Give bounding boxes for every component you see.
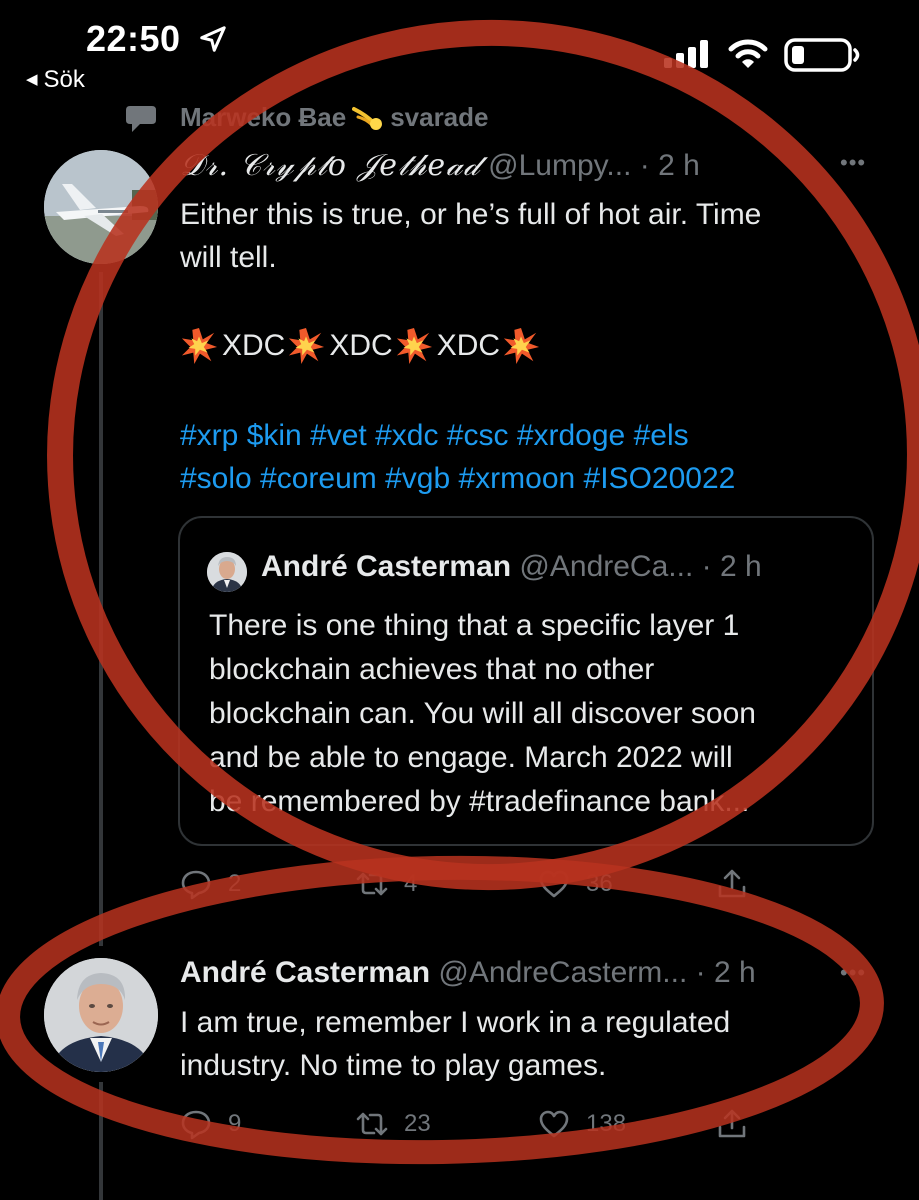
- tweet1-hashtags-line2[interactable]: #solo #coreum #vgb #xrmoon #ISO20022: [180, 457, 735, 500]
- back-triangle-icon: ◀: [26, 71, 38, 88]
- tweet2-text-line1: I am true, remember I work in a regulate…: [180, 1006, 731, 1039]
- tweet1-share-button[interactable]: [716, 868, 764, 900]
- tweet2-like-button[interactable]: 138: [538, 1108, 626, 1140]
- heart-icon: [539, 870, 569, 898]
- tweet1-time[interactable]: · 2 h: [640, 149, 700, 182]
- quote-header: André Casterman @AndreCa... · 2 h: [261, 550, 762, 584]
- quote-text-line: There is one thing that a specific layer…: [209, 609, 740, 642]
- tweet2-more-options-icon[interactable]: •••: [840, 960, 866, 986]
- tweet2-share-button[interactable]: [716, 1108, 764, 1140]
- tweet2-display-name[interactable]: André Casterman: [180, 956, 430, 989]
- tweet1-more-options-icon[interactable]: •••: [840, 150, 866, 176]
- collision-emoji-icon: [181, 327, 218, 364]
- tweet1-like-button[interactable]: 36: [538, 868, 613, 900]
- xdc-word-2: XDC: [329, 329, 393, 362]
- location-arrow-icon: [200, 26, 226, 52]
- andre-casterman-photo-icon: [207, 552, 247, 592]
- xdc-word-3: XDC: [436, 329, 501, 362]
- back-to-search-link[interactable]: ◀ Sök: [26, 66, 85, 94]
- tweet2-retweet-button[interactable]: 23: [356, 1108, 431, 1140]
- quote-text-line: be remembered by #tradefinance bank...: [209, 785, 750, 818]
- tweet2-reply-button[interactable]: 9: [180, 1108, 241, 1140]
- tweet1-hashtags-line1[interactable]: #xrp $kin #vet #xdc #csc #xrdoge #els: [180, 414, 689, 457]
- tweet1-reply-count: 2: [228, 870, 242, 897]
- xdc-word-1: XDC: [222, 329, 286, 362]
- back-label: Sök: [43, 66, 85, 93]
- collision-emoji-icon: [289, 327, 325, 364]
- quote-avatar: [207, 552, 247, 592]
- tweet2-reply-count: 9: [228, 1110, 242, 1137]
- tweet1-retweet-count: 4: [404, 870, 418, 897]
- battery-icon: [784, 38, 860, 72]
- retweet-icon: [356, 872, 388, 896]
- quote-text-line: blockchain achieves that no other: [209, 653, 655, 686]
- tweet1-text-line1: Either this is true, or he’s full of hot…: [180, 198, 762, 231]
- andre-casterman-photo-icon: [44, 958, 158, 1072]
- tweet1-retweet-button[interactable]: 4: [356, 868, 417, 900]
- tweet1-text-line2: will tell.: [180, 241, 277, 274]
- tweet2-text-line2: industry. No time to play games.: [180, 1049, 607, 1082]
- collision-emoji-icon: [396, 327, 432, 364]
- quote-text-line: blockchain can. You will all discover so…: [209, 697, 756, 730]
- replied-action: svarade: [390, 102, 489, 132]
- retweet-icon: [356, 1112, 388, 1136]
- quote-handle: @AndreCa...: [519, 550, 694, 583]
- tweet1-like-count: 36: [586, 870, 613, 897]
- tweet1-header: 𝒟𝓇. 𝒞𝓇𝓎𝓅𝓉𝑜 𝒥𝑒𝓉𝒽𝑒𝒶𝒹 @Lumpy... · 2 h: [180, 148, 700, 183]
- status-time: 22:50: [86, 18, 181, 59]
- collision-emoji-icon: [503, 327, 540, 364]
- quote-text-line: and be able to engage. March 2022 will: [209, 741, 733, 774]
- private-jet-photo-icon: [44, 150, 158, 264]
- thread-connector-line: [99, 272, 103, 946]
- avatar-dr-crypto-jethead[interactable]: [44, 150, 158, 264]
- tweet1-display-name[interactable]: 𝒟𝓇. 𝒞𝓇𝓎𝓅𝓉𝑜 𝒥𝑒𝓉𝒽𝑒𝒶𝒹: [180, 148, 480, 183]
- tweet1-handle[interactable]: @Lumpy...: [488, 149, 631, 182]
- tweet1-xdc-line: XDC XDC XDC: [180, 324, 540, 367]
- tweet2-header: André Casterman @AndreCasterm... · 2 h: [180, 956, 756, 990]
- replied-by-line[interactable]: Marweko Ƀae svarade: [180, 102, 489, 133]
- reply-icon: [181, 1110, 211, 1140]
- heart-icon: [539, 1110, 569, 1138]
- quote-display-name: André Casterman: [261, 550, 512, 583]
- share-icon: [718, 1109, 746, 1138]
- reply-icon: [181, 870, 211, 900]
- tweet2-handle[interactable]: @AndreCasterm...: [438, 956, 687, 989]
- replier-name: Marweko Ƀae: [180, 102, 347, 132]
- wifi-icon: [728, 39, 768, 68]
- comet-emoji-icon: [352, 107, 383, 130]
- tweet2-like-count: 138: [586, 1110, 627, 1137]
- tweet2-time[interactable]: · 2 h: [696, 956, 756, 989]
- avatar-andre-casterman[interactable]: [44, 958, 158, 1072]
- tweet2-retweet-count: 23: [404, 1110, 431, 1137]
- tweet1-reply-button[interactable]: 2: [180, 868, 241, 900]
- thread-connector-line-lower: [99, 1082, 103, 1200]
- reply-context-bubble-icon: [126, 106, 156, 132]
- quote-time: · 2 h: [701, 550, 762, 583]
- cellular-signal-icon: [664, 40, 708, 68]
- share-icon: [718, 869, 746, 898]
